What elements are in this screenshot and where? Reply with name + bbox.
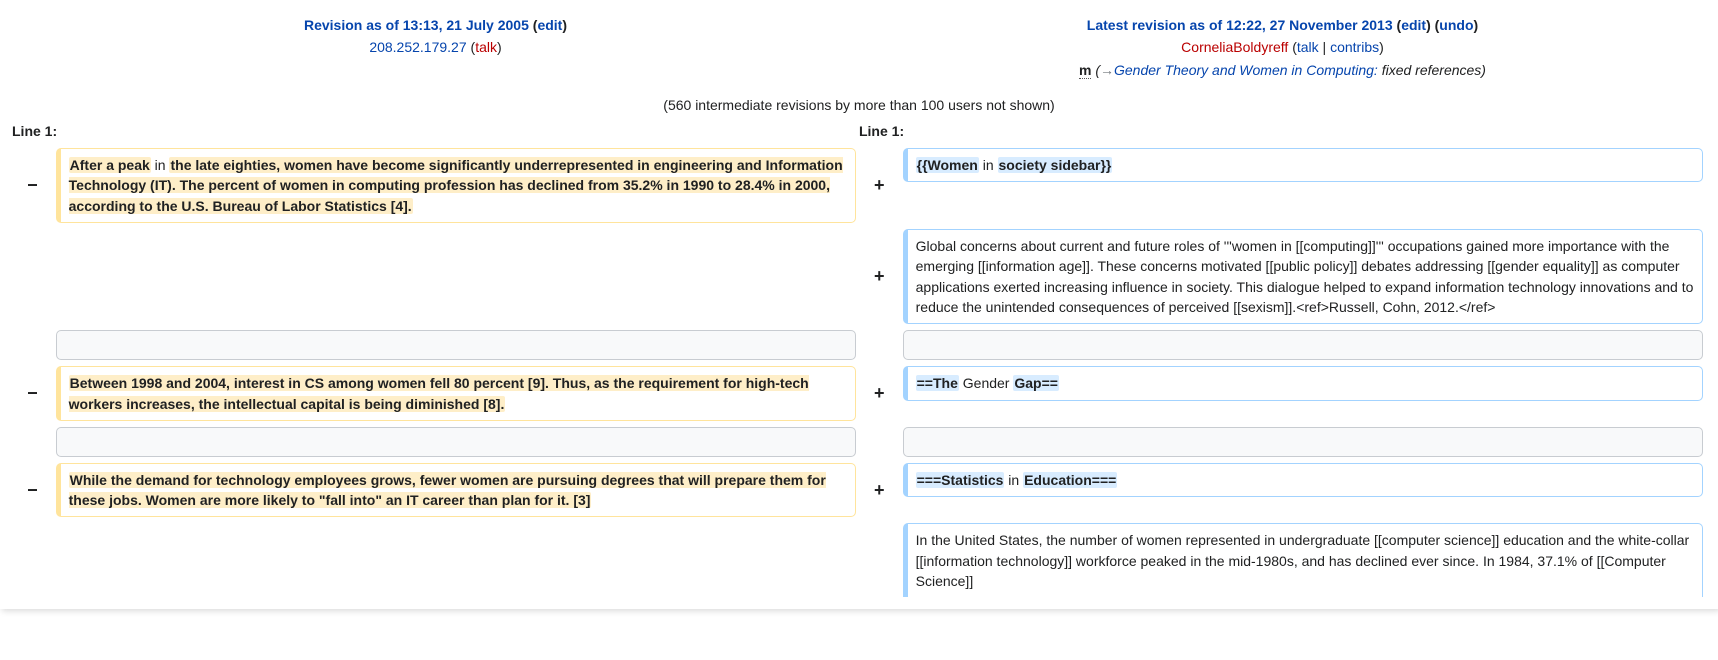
context-line (56, 330, 856, 360)
added-line: Global concerns about current and future… (903, 229, 1703, 324)
new-talk-link[interactable]: talk (1297, 39, 1319, 55)
context-line (903, 427, 1703, 457)
new-user-link[interactable]: CorneliaBoldyreff (1181, 39, 1288, 55)
new-revision-link[interactable]: Latest revision as of 12:22, 27 November… (1087, 17, 1393, 33)
deleted-line: Between 1998 and 2004, interest in CS am… (56, 366, 856, 421)
new-undo-link[interactable]: undo (1439, 17, 1473, 33)
new-lineno: Line 1: (859, 119, 1706, 145)
old-edit-link[interactable]: edit (537, 17, 562, 33)
deleted-line: While the demand for technology employee… (56, 463, 856, 518)
added-line: {{Women in society sidebar}} (903, 148, 1703, 182)
minor-edit-flag: m (1079, 62, 1091, 79)
added-marker: + (859, 363, 900, 424)
old-talk-link[interactable]: talk (475, 39, 497, 55)
context-line (903, 330, 1703, 360)
new-revision-header: Latest revision as of 12:22, 27 November… (859, 12, 1706, 83)
old-revision-header: Revision as of 13:13, 21 July 2005 (edit… (12, 12, 859, 83)
deleted-marker: − (12, 145, 53, 226)
context-line (56, 427, 856, 457)
diff-container: Revision as of 13:13, 21 July 2005 (edit… (0, 0, 1718, 609)
deleted-marker: − (12, 460, 53, 521)
added-marker: + (859, 145, 900, 226)
old-user-link[interactable]: 208.252.179.27 (369, 39, 466, 55)
added-line: ===Statistics in Education=== (903, 463, 1703, 497)
new-edit-link[interactable]: edit (1401, 17, 1426, 33)
intermediate-revisions-note: (560 intermediate revisions by more than… (12, 83, 1706, 119)
added-line: ==The Gender Gap== (903, 366, 1703, 400)
old-revision-link[interactable]: Revision as of 13:13, 21 July 2005 (304, 17, 529, 33)
old-lineno: Line 1: (12, 119, 859, 145)
section-link[interactable]: Gender Theory and Women in Computing: (1114, 62, 1382, 78)
added-marker: + (859, 460, 900, 521)
edit-summary: (→Gender Theory and Women in Computing: … (1095, 62, 1486, 78)
added-marker: + (859, 226, 900, 327)
new-contribs-link[interactable]: contribs (1330, 39, 1379, 55)
deleted-marker: − (12, 363, 53, 424)
added-line: In the United States, the number of wome… (903, 523, 1703, 597)
diff-table: Revision as of 13:13, 21 July 2005 (edit… (12, 12, 1706, 597)
deleted-line: After a peak in the late eighties, women… (56, 148, 856, 223)
